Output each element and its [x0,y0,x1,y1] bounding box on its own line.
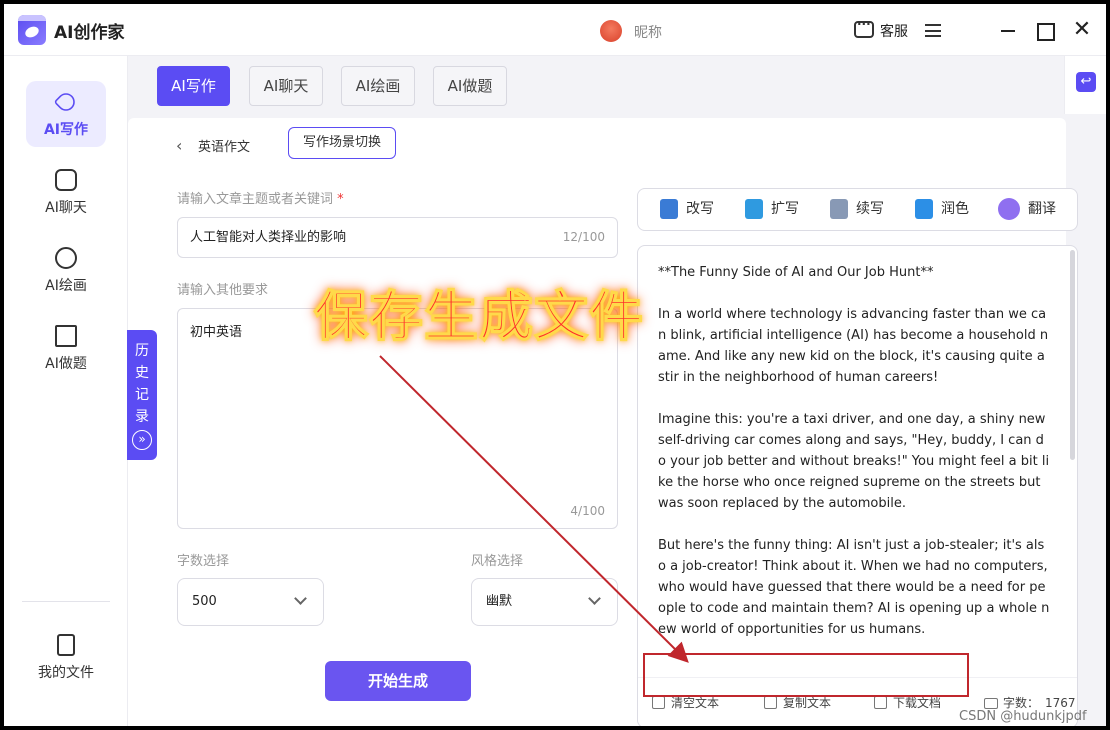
history-label: 历史记录 [135,343,149,425]
breadcrumb: 英语作文 [198,140,251,155]
menu-icon[interactable] [925,24,941,37]
sidebar-item-label: AI聊天 [45,200,87,216]
clear-text-label: 清空文本 [671,696,720,710]
sidebar-item-ai-painting[interactable]: AI绘画 [26,237,106,303]
scrollbar[interactable] [1070,250,1075,460]
tab-ai-quiz[interactable]: AI做题 [433,66,507,106]
tab-ai-painting[interactable]: AI绘画 [341,66,415,106]
translate-icon [998,198,1020,220]
requirements-char-count: 4/100 [570,504,605,518]
highlight-box [643,653,969,697]
rewrite-icon [660,199,678,219]
maximize-button[interactable] [1032,18,1056,42]
expand-icon [745,199,763,219]
topic-label: 请输入文章主题或者关键词 * [177,188,344,207]
edit-toolbar: 改写 扩写 续写 润色 翻译 [637,188,1078,231]
translate-button[interactable]: 翻译 [998,189,1056,230]
back-chevron-icon[interactable]: ‹ [176,136,182,155]
requirements-label: 请输入其他要求 [177,283,269,298]
palette-icon [55,247,77,269]
sidebar-item-ai-chat[interactable]: AI聊天 [26,159,106,225]
expand-label: 扩写 [771,201,799,217]
copy-text-label: 复制文本 [783,696,832,710]
expand-arrow-icon: » [132,430,152,450]
app-window: AI创作家 昵称 客服 ✕ AI写作 AI聊天 AI绘画 AI做题 我的文件 [4,4,1106,726]
chat-icon [55,169,77,191]
close-button[interactable]: ✕ [1070,18,1094,42]
topic-char-count: 12/100 [562,230,605,244]
continue-label: 续写 [856,201,884,217]
sidebar-item-label: 我的文件 [38,665,94,681]
expand-button[interactable]: 扩写 [745,189,799,230]
pen-icon [53,89,79,115]
chevron-down-icon [294,592,307,605]
sidebar-item-label: AI做题 [45,356,87,372]
rewrite-label: 改写 [686,201,714,217]
sidebar-item-my-files[interactable]: 我的文件 [26,624,106,690]
sidebar-item-ai-quiz[interactable]: AI做题 [26,315,106,381]
translate-label: 翻译 [1028,201,1056,217]
counter-icon [984,698,998,709]
topic-input[interactable]: 人工智能对人类择业的影响 12/100 [177,217,618,258]
watermark: CSDN @hudunkjpdf [959,709,1087,724]
word-count-label: 字数选择 [177,554,230,569]
download-icon [874,696,887,709]
style-select[interactable]: 幽默 [471,578,618,626]
minimize-button[interactable] [996,18,1020,42]
continue-button[interactable]: 续写 [830,189,884,230]
history-tab[interactable]: 历史记录 » [127,330,157,460]
tab-bar: AI写作 AI聊天 AI绘画 AI做题 [128,56,1106,122]
sidebar-item-label: AI绘画 [45,278,87,294]
style-label: 风格选择 [471,554,524,569]
continue-icon [830,199,848,219]
switch-scene-button[interactable]: 写作场景切换 [288,127,396,159]
generate-button[interactable]: 开始生成 [325,661,471,701]
sidebar-divider [22,601,110,602]
requirements-value[interactable]: 初中英语 [190,325,242,340]
topic-input-value[interactable]: 人工智能对人类择业的影响 [190,230,346,245]
bookmark-icon [55,325,77,347]
main-panel: ‹ 英语作文 写作场景切换 请输入文章主题或者关键词 * 人工智能对人类择业的影… [128,118,1078,726]
required-marker: * [337,192,344,207]
polish-button[interactable]: 润色 [915,189,969,230]
annotation-title: 保存生成文件 [313,283,644,349]
polish-label: 润色 [941,201,969,217]
return-button[interactable] [1064,56,1106,114]
app-logo-icon [18,15,46,45]
word-count-select[interactable]: 500 [177,578,324,626]
word-count-value: 500 [192,594,217,609]
topic-label-text: 请输入文章主题或者关键词 [177,192,334,207]
customer-service-button[interactable]: 客服 [880,21,908,41]
tab-ai-chat[interactable]: AI聊天 [249,66,323,106]
word-count-number: 1767 [1045,696,1076,710]
chevron-down-icon [588,592,601,605]
rewrite-button[interactable]: 改写 [660,189,714,230]
sidebar: AI写作 AI聊天 AI绘画 AI做题 我的文件 [4,56,128,726]
style-value: 幽默 [486,594,513,609]
sidebar-item-label: AI写作 [43,122,89,138]
copy-icon [764,696,777,709]
document-icon [57,634,75,656]
tab-ai-writing[interactable]: AI写作 [157,66,230,106]
nickname[interactable]: 昵称 [634,22,662,42]
polish-icon [915,199,933,219]
title-bar: AI创作家 昵称 客服 ✕ [4,4,1106,56]
app-title: AI创作家 [54,23,125,43]
generated-text[interactable]: **The Funny Side of AI and Our Job Hunt*… [658,262,1050,640]
word-count-prefix: 字数： [1003,696,1040,710]
avatar[interactable] [600,20,622,42]
download-label: 下载文档 [893,696,942,710]
chat-bubble-icon[interactable] [854,17,874,38]
eraser-icon [652,696,665,709]
sidebar-item-ai-writing[interactable]: AI写作 [26,81,106,147]
